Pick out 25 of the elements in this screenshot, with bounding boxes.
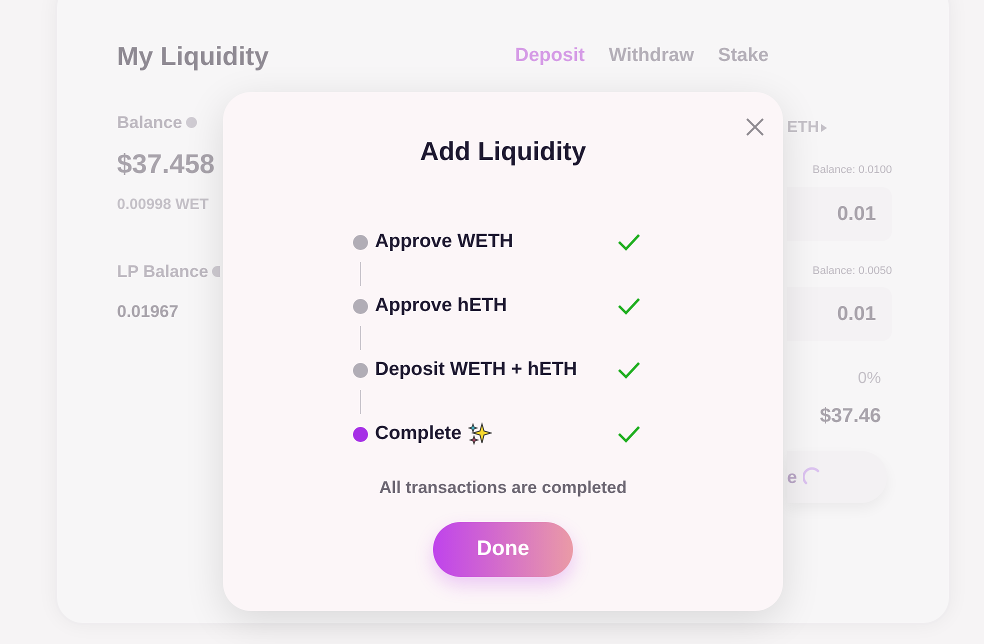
close-icon[interactable] — [746, 118, 764, 136]
step-label: Deposit WETH + hETH — [375, 358, 578, 382]
lp-balance-value: 0.01967 — [117, 301, 180, 323]
modal-title: Add Liquidity — [420, 135, 586, 168]
tab[interactable]: Stake — [718, 42, 769, 71]
amount-field[interactable]: 0.01 — [787, 186, 892, 240]
help-icon — [186, 117, 198, 128]
tab[interactable]: Deposit — [515, 42, 585, 71]
step-label: Approve hETH — [375, 294, 507, 318]
submit-button[interactable]: e — [787, 451, 887, 503]
status-message: All transactions are completed — [379, 477, 627, 499]
balance-hint: Balance: 0.0050 — [812, 264, 892, 278]
total-value: $37.46 — [820, 404, 881, 429]
step-label: Approve WETH — [375, 230, 514, 254]
section-title: My Liquidity — [117, 40, 270, 73]
play-icon — [821, 124, 827, 132]
balance-label: Balance — [117, 112, 182, 134]
amount-field[interactable]: 0.01 — [787, 287, 892, 341]
step-label: Complete — [375, 422, 462, 446]
lp-balance-label: LP Balance — [117, 260, 208, 282]
help-icon — [212, 266, 220, 277]
balance-value: $37.458 — [117, 148, 216, 180]
balance-hint: Balance: 0.0100 — [812, 163, 892, 178]
done-button[interactable]: Done — [433, 522, 573, 576]
tab[interactable]: Withdraw — [608, 42, 694, 71]
